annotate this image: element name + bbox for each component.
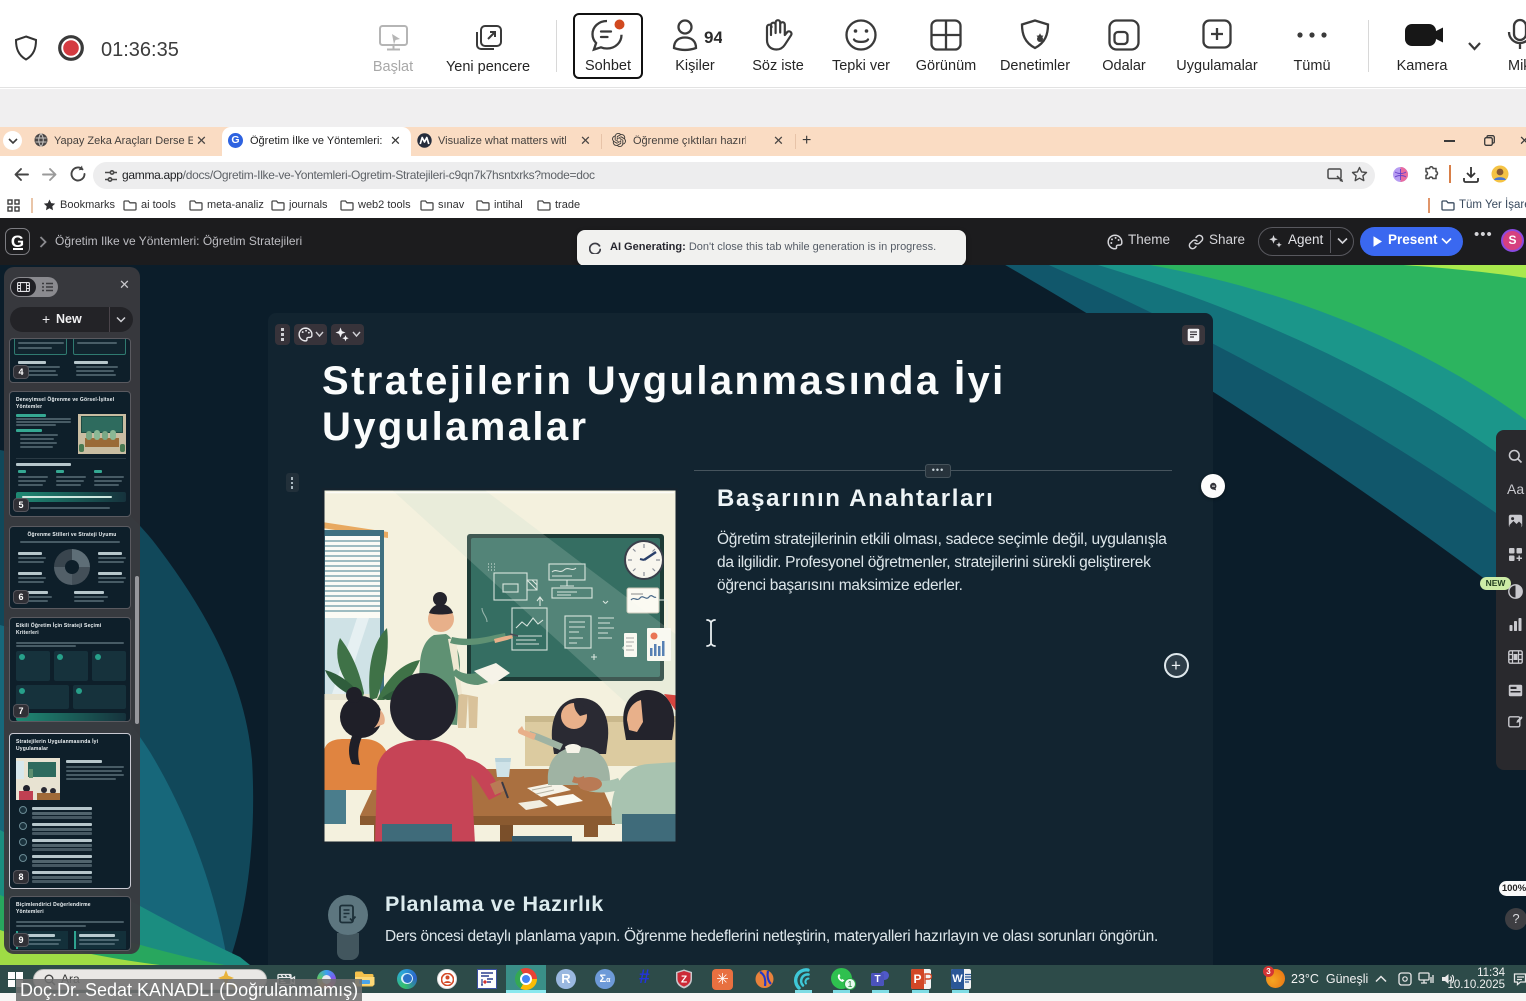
svg-text:Z: Z (681, 975, 687, 986)
svg-text:94: 94 (704, 28, 722, 47)
